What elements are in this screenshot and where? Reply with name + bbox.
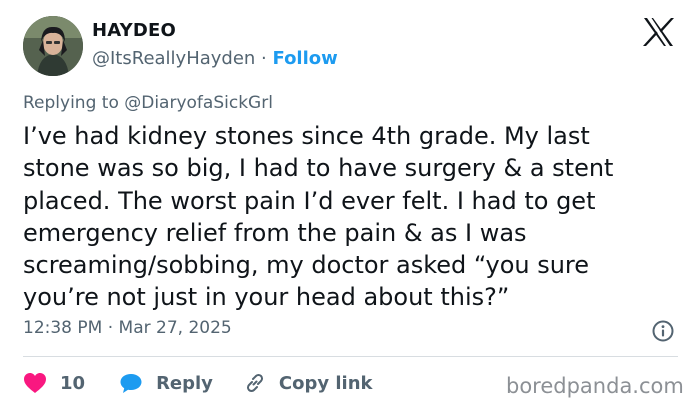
action-bar: 10 Reply Copy link <box>23 370 373 396</box>
tweet-line: you’re not just in your head about this?… <box>23 283 510 312</box>
watermark: boredpanda.com <box>506 374 684 398</box>
copy-link-button[interactable]: Copy link <box>243 371 373 395</box>
tweet-line: emergency relief from the pain & as I wa… <box>23 218 527 247</box>
info-icon[interactable] <box>651 319 675 343</box>
tweet-card: HAYDEO @ItsReallyHayden · Follow Replyin… <box>0 0 700 410</box>
reply-label: Reply <box>156 372 213 394</box>
separator: · <box>255 48 273 69</box>
link-icon <box>246 373 263 393</box>
avatar[interactable] <box>23 16 83 76</box>
handle-row: @ItsReallyHayden · Follow <box>92 48 338 69</box>
replying-to: Replying to @DiaryofaSickGrl <box>23 93 273 113</box>
handle[interactable]: @ItsReallyHayden <box>92 48 255 69</box>
display-name[interactable]: HAYDEO <box>92 20 176 41</box>
divider <box>23 356 678 357</box>
follow-button[interactable]: Follow <box>273 48 338 69</box>
reply-bubble-icon <box>120 374 142 393</box>
timestamp[interactable]: 12:38 PM · Mar 27, 2025 <box>23 318 232 338</box>
like-count: 10 <box>60 372 86 394</box>
x-logo-icon[interactable] <box>640 16 676 48</box>
reply-button[interactable]: Reply <box>119 372 213 394</box>
heart-icon <box>24 373 46 393</box>
tweet-line: I’ve had kidney stones since 4th grade. … <box>23 122 590 150</box>
tweet-line: placed. The worst pain I’d ever felt. I … <box>23 186 596 215</box>
tweet-line: stone was so big, I had to have surgery … <box>23 154 614 183</box>
tweet-text: I’ve had kidney stones since 4th grade. … <box>23 120 683 314</box>
like-button[interactable]: 10 <box>23 372 85 394</box>
tweet-line: screaming/sobbing, my doctor asked “you … <box>23 251 590 280</box>
copy-link-label: Copy link <box>278 372 373 394</box>
